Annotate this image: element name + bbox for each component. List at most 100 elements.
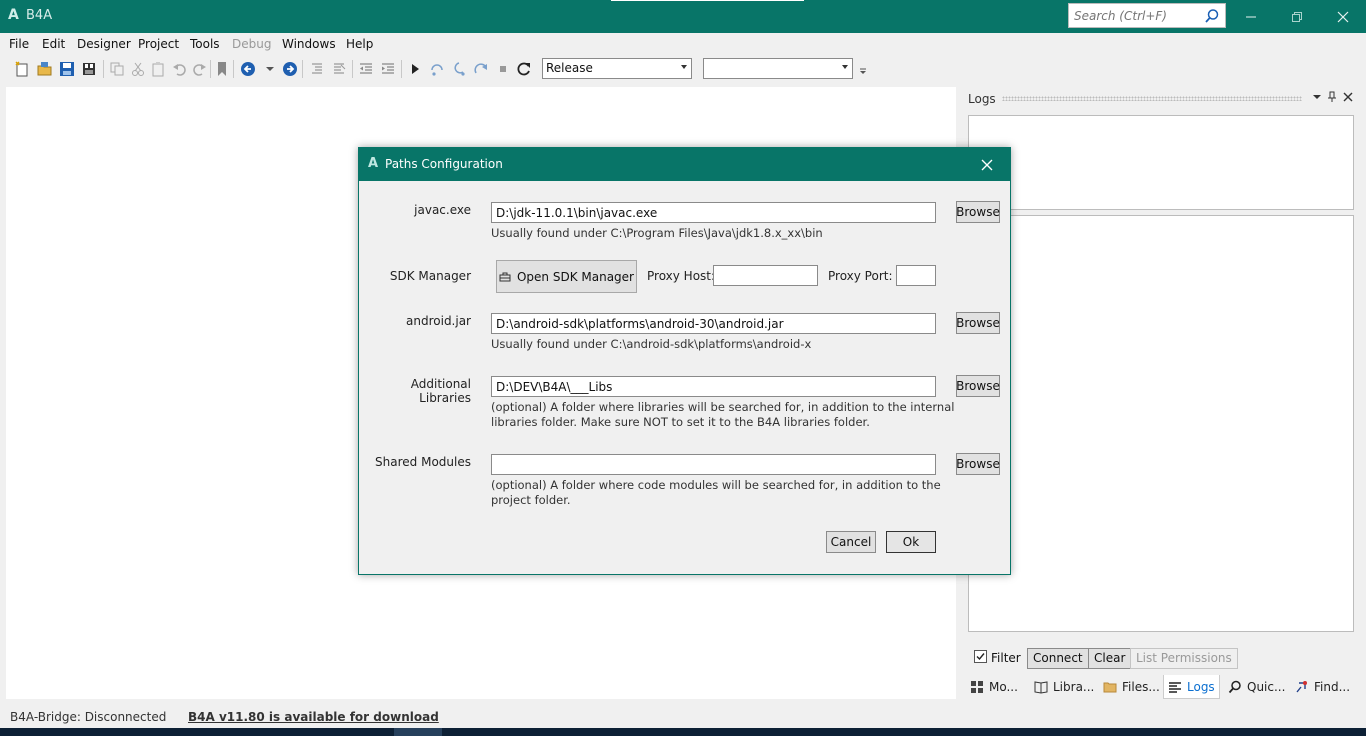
chevron-down-icon[interactable] <box>262 61 278 77</box>
update-link[interactable]: B4A v11.80 is available for download <box>188 710 439 724</box>
taskbar-active-app[interactable] <box>394 728 442 736</box>
undo-icon[interactable] <box>172 61 188 77</box>
close-window-button[interactable] <box>1320 0 1366 33</box>
search-box[interactable] <box>1068 3 1226 28</box>
toolbar-separator <box>233 60 234 78</box>
dialog-close-button[interactable] <box>964 148 1010 181</box>
close-panel-icon[interactable] <box>1342 91 1354 103</box>
book-icon <box>1034 681 1048 694</box>
additional-libraries-input[interactable] <box>491 376 936 397</box>
open-sdk-manager-label: Open SDK Manager <box>516 269 634 284</box>
restore-button[interactable] <box>1274 0 1320 33</box>
comment-icon[interactable] <box>309 61 325 77</box>
step-over-icon[interactable] <box>429 61 445 77</box>
step-out-icon[interactable] <box>473 61 489 77</box>
proxy-host-label: Proxy Host: <box>647 269 716 283</box>
list-permissions-button[interactable]: List Permissions <box>1130 648 1238 669</box>
toolbar-overflow-icon[interactable] <box>858 65 868 75</box>
panel-drag-handle[interactable] <box>1002 96 1302 101</box>
connect-button[interactable]: Connect <box>1027 648 1089 669</box>
dialog-logo: A <box>368 156 379 171</box>
cancel-button[interactable]: Cancel <box>826 531 876 553</box>
bookmark-icon[interactable] <box>214 61 230 77</box>
clear-button[interactable]: Clear <box>1088 648 1132 669</box>
restart-icon[interactable] <box>516 61 532 77</box>
run-icon[interactable] <box>407 61 423 77</box>
tab-find[interactable]: Find... <box>1291 675 1354 699</box>
tab-logs[interactable]: Logs <box>1163 675 1220 699</box>
redo-icon[interactable] <box>191 61 207 77</box>
android-jar-path-input[interactable] <box>491 313 936 334</box>
open-folder-icon[interactable] <box>37 61 53 77</box>
menu-file[interactable]: File <box>9 37 29 51</box>
new-file-icon[interactable] <box>14 61 30 77</box>
menu-windows[interactable]: Windows <box>282 37 336 51</box>
save-icon[interactable] <box>59 61 75 77</box>
stop-icon[interactable] <box>495 61 511 77</box>
additional-libraries-browse-button[interactable]: Browse <box>956 375 1000 397</box>
menu-tools[interactable]: Tools <box>190 37 220 51</box>
status-bar: B4A-Bridge: Disconnected B4A v11.80 is a… <box>0 705 1366 728</box>
shared-modules-input[interactable] <box>491 454 936 475</box>
device-select[interactable] <box>703 58 853 79</box>
step-in-icon[interactable] <box>451 61 467 77</box>
outdent-icon[interactable] <box>358 61 374 77</box>
logs-filter-area[interactable] <box>968 115 1354 210</box>
ok-button[interactable]: Ok <box>886 531 936 553</box>
javac-hint: Usually found under C:\Program Files\Jav… <box>491 226 823 240</box>
copy-icon[interactable] <box>109 61 125 77</box>
menu-designer[interactable]: Designer <box>77 37 131 51</box>
toolbar: Release <box>0 55 1366 83</box>
tab-logs-label: Logs <box>1187 679 1215 694</box>
menu-debug[interactable]: Debug <box>232 37 271 51</box>
open-sdk-manager-button[interactable]: Open SDK Manager <box>496 260 637 293</box>
chevron-down-icon <box>681 65 687 69</box>
indent-icon[interactable] <box>380 61 396 77</box>
sdk-manager-label: SDK Manager <box>389 269 471 283</box>
javac-path-input[interactable] <box>491 202 936 223</box>
proxy-port-label: Proxy Port: <box>828 269 893 283</box>
shared-modules-hint-1: (optional) A folder where code modules w… <box>491 478 941 492</box>
toolbar-separator <box>210 60 211 78</box>
logs-output[interactable] <box>968 215 1354 632</box>
restore-icon <box>1292 11 1302 22</box>
paste-icon[interactable] <box>151 61 167 77</box>
shared-modules-browse-button[interactable]: Browse <box>956 453 1000 475</box>
build-config-select[interactable]: Release <box>542 58 692 79</box>
tab-quick-search[interactable]: Quic... <box>1224 675 1289 699</box>
logs-icon <box>1169 681 1181 693</box>
menu-help[interactable]: Help <box>346 37 373 51</box>
tab-quick-search-label: Quic... <box>1247 680 1286 694</box>
menu-project[interactable]: Project <box>138 37 179 51</box>
cut-icon[interactable] <box>130 61 146 77</box>
search-input[interactable] <box>1069 4 1199 27</box>
minimize-button[interactable] <box>1228 0 1274 33</box>
navigate-forward-icon[interactable] <box>282 61 298 77</box>
menu-edit[interactable]: Edit <box>42 37 65 51</box>
javac-browse-button[interactable]: Browse <box>956 201 1000 223</box>
os-taskbar <box>0 728 1366 736</box>
uncomment-icon[interactable] <box>331 61 347 77</box>
search-icon[interactable] <box>1204 8 1220 24</box>
additional-libraries-hint-1: (optional) A folder where libraries will… <box>491 400 955 414</box>
android-jar-browse-button[interactable]: Browse <box>956 312 1000 334</box>
tab-modules[interactable]: Mo... <box>966 675 1022 699</box>
panel-menu-icon[interactable] <box>1311 91 1323 103</box>
close-icon <box>1337 11 1349 22</box>
tab-modules-label: Mo... <box>989 680 1018 694</box>
build-config-value: Release <box>546 61 593 75</box>
logs-panel: Logs Filter Connect Clear List Permissio… <box>960 87 1360 699</box>
search-icon <box>1228 680 1241 694</box>
navigate-back-icon[interactable] <box>240 61 256 77</box>
filter-checkbox[interactable] <box>974 650 987 663</box>
tab-libraries[interactable]: Libra... <box>1030 675 1098 699</box>
tab-files[interactable]: Files... <box>1099 675 1164 699</box>
pin-icon[interactable] <box>1326 91 1338 103</box>
paths-configuration-dialog: A Paths Configuration javac.exe Usually … <box>358 147 1011 575</box>
menu-bar: File Edit Designer Project Tools Debug W… <box>0 33 1366 55</box>
dialog-title-bar: A Paths Configuration <box>359 148 1010 181</box>
proxy-port-input[interactable] <box>896 265 936 286</box>
filter-label: Filter <box>991 651 1021 665</box>
proxy-host-input[interactable] <box>713 265 818 286</box>
save-all-icon[interactable] <box>81 61 97 77</box>
